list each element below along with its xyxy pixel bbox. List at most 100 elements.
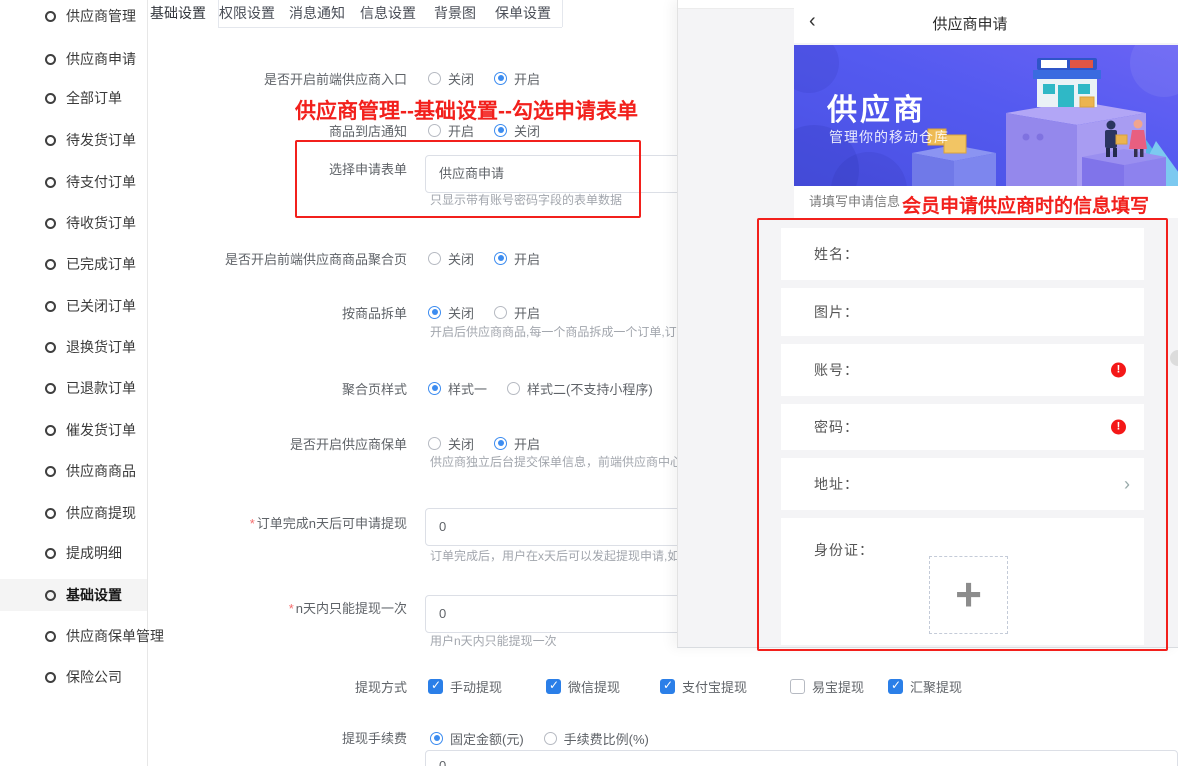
sidebar-item-closed-orders[interactable]: 已关闭订单	[0, 296, 147, 316]
circle-icon	[45, 425, 56, 436]
sidebar-item-supplier-goods[interactable]: 供应商商品	[0, 461, 147, 481]
sidebar-item-label: 待发货订单	[66, 132, 136, 148]
circle-icon	[45, 342, 56, 353]
sidebar-item-label: 已完成订单	[66, 256, 136, 272]
field-label-frontend-entry: 是否开启前端供应商入口	[147, 69, 407, 88]
circle-icon	[45, 218, 56, 229]
sidebar-item-completed-orders[interactable]: 已完成订单	[0, 254, 147, 274]
radio-checked-icon	[494, 124, 507, 137]
phone-banner: 供应商 管理你的移动仓库	[794, 45, 1178, 186]
panel-top-strip	[678, 0, 794, 9]
annotation-phone-note: 会员申请供应商时的信息填写	[902, 191, 1149, 218]
annotation-form-note: 供应商管理--基础设置--勾选申请表单	[295, 95, 638, 125]
tab-basic-settings[interactable]: 基础设置	[150, 0, 206, 28]
radio-off[interactable]: 关闭	[428, 434, 474, 453]
sidebar-item-supplier-mgmt[interactable]: 供应商管理	[0, 6, 147, 26]
sidebar-item-to-pay-orders[interactable]: 待支付订单	[0, 172, 147, 192]
radio-off[interactable]: 关闭	[428, 69, 474, 88]
radio-group-withdraw-fee: 固定金额(元) 手续费比例(%)	[430, 730, 669, 746]
checkbox-manual-withdraw[interactable]: 手动提现	[428, 678, 502, 694]
radio-fixed-amount[interactable]: 固定金额(元)	[430, 729, 524, 748]
required-mark: *	[289, 601, 294, 616]
radio-label: 开启	[514, 69, 540, 88]
sidebar-item-label: 供应商商品	[66, 463, 136, 479]
radio-on[interactable]: 开启	[494, 434, 540, 453]
sidebar-item-to-ship-orders[interactable]: 待发货订单	[0, 130, 147, 150]
sidebar: 供应商管理 供应商申请 全部订单 待发货订单 待支付订单 待收货订单 已完成订单…	[0, 0, 148, 766]
checkbox-label: 易宝提现	[812, 677, 864, 696]
radio-checked-icon	[428, 382, 441, 395]
radio-label: 关闭	[448, 69, 474, 88]
circle-icon	[45, 631, 56, 642]
phone-header: ‹ 供应商申请	[794, 0, 1178, 43]
circle-icon	[45, 508, 56, 519]
radio-icon	[544, 732, 557, 745]
field-label-aggregate-style: 聚合页样式	[147, 379, 407, 398]
radio-label: 关闭	[448, 434, 474, 453]
radio-checked-icon	[494, 72, 507, 85]
circle-icon	[45, 672, 56, 683]
radio-label: 样式二(不支持小程序)	[527, 379, 653, 398]
checkbox-checked-icon	[428, 679, 443, 694]
radio-style1[interactable]: 样式一	[428, 379, 487, 398]
field-label-withdraw-fee: 提现手续费	[147, 728, 407, 747]
radio-icon	[428, 437, 441, 450]
radio-group-split-order: 关闭 开启	[428, 304, 560, 320]
sidebar-item-policy-mgmt[interactable]: 供应商保单管理	[0, 626, 147, 646]
radio-icon	[428, 72, 441, 85]
withdraw-fee-input[interactable]: 0	[425, 750, 1178, 766]
radio-fee-percent[interactable]: 手续费比例(%)	[544, 729, 649, 748]
circle-icon	[45, 590, 56, 601]
tab-background-image[interactable]: 背景图	[434, 0, 476, 28]
sidebar-item-label: 待收货订单	[66, 215, 136, 231]
radio-off[interactable]: 关闭	[428, 249, 474, 268]
sidebar-item-basic-settings[interactable]: 基础设置	[0, 579, 147, 611]
checkbox-checked-icon	[546, 679, 561, 694]
radio-on[interactable]: 开启	[494, 303, 540, 322]
radio-icon	[507, 382, 520, 395]
sidebar-item-label: 供应商管理	[66, 8, 136, 24]
sidebar-item-insurance-company[interactable]: 保险公司	[0, 667, 147, 687]
sidebar-item-supplier-withdraw[interactable]: 供应商提现	[0, 503, 147, 523]
radio-style2[interactable]: 样式二(不支持小程序)	[507, 379, 653, 398]
sidebar-item-commission-detail[interactable]: 提成明细	[0, 543, 147, 563]
radio-checked-icon	[428, 306, 441, 319]
radio-label: 关闭	[448, 249, 474, 268]
radio-on[interactable]: 开启	[494, 249, 540, 268]
radio-on[interactable]: 开启	[494, 69, 540, 88]
checkbox-label: 支付宝提现	[682, 677, 747, 696]
checkbox-huiju-withdraw[interactable]: 汇聚提现	[888, 678, 962, 694]
annotation-box-apply-form	[295, 140, 641, 218]
checkbox-alipay-withdraw[interactable]: 支付宝提现	[660, 678, 747, 694]
sidebar-item-label: 全部订单	[66, 90, 122, 106]
scrollbar-thumb[interactable]	[1170, 350, 1178, 366]
checkbox-checked-icon	[888, 679, 903, 694]
sidebar-item-refunded-orders[interactable]: 已退款订单	[0, 378, 147, 398]
tab-separator	[562, 0, 563, 27]
field-label-text: 订单完成n天后可申请提现	[257, 516, 407, 531]
sidebar-item-return-orders[interactable]: 退换货订单	[0, 337, 147, 357]
tab-permission-settings[interactable]: 权限设置	[219, 0, 275, 28]
banner-subtitle: 管理你的移动仓库	[829, 127, 949, 147]
sidebar-item-label: 已关闭订单	[66, 298, 136, 314]
sidebar-item-all-orders[interactable]: 全部订单	[0, 88, 147, 108]
tab-message-notify[interactable]: 消息通知	[289, 0, 345, 28]
sidebar-item-label: 提成明细	[66, 545, 122, 561]
tab-info-settings[interactable]: 信息设置	[360, 0, 416, 28]
checkbox-label: 汇聚提现	[910, 677, 962, 696]
circle-icon	[45, 548, 56, 559]
sidebar-item-label: 基础设置	[66, 587, 122, 603]
radio-off[interactable]: 关闭	[428, 303, 474, 322]
sidebar-item-supplier-apply[interactable]: 供应商申请	[0, 49, 147, 69]
field-label-aggregate-page: 是否开启前端供应商商品聚合页	[147, 249, 407, 268]
radio-label: 手续费比例(%)	[564, 729, 649, 748]
checkbox-wechat-withdraw[interactable]: 微信提现	[546, 678, 620, 694]
radio-checked-icon	[494, 252, 507, 265]
banner-title: 供应商	[827, 85, 926, 129]
sidebar-item-urge-ship-orders[interactable]: 催发货订单	[0, 420, 147, 440]
radio-label: 开启	[514, 303, 540, 322]
tab-policy-settings[interactable]: 保单设置	[495, 0, 551, 28]
sidebar-item-to-receive-orders[interactable]: 待收货订单	[0, 213, 147, 233]
circle-icon	[45, 466, 56, 477]
checkbox-yeepay-withdraw[interactable]: 易宝提现	[790, 678, 864, 694]
